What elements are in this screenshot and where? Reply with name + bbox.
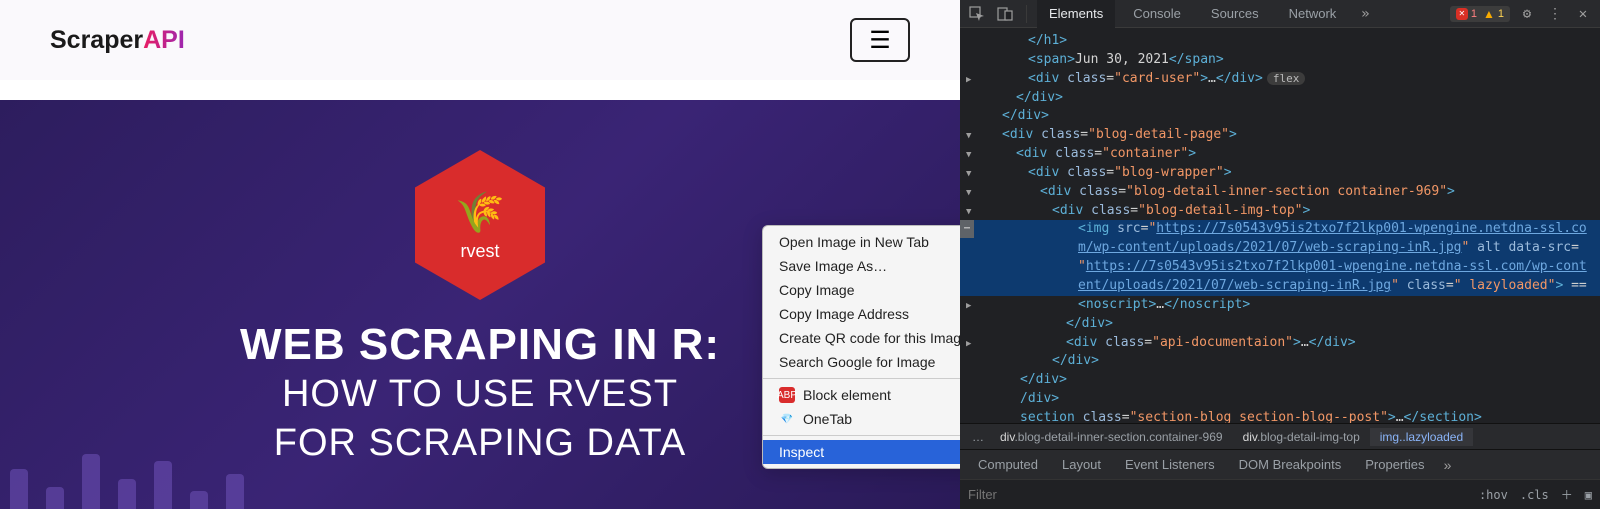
- device-toggle-icon[interactable]: [994, 3, 1016, 25]
- hero-subtitle-1: HOW TO USE RVEST: [282, 370, 678, 419]
- styles-subtabs: Computed Layout Event Listeners DOM Brea…: [960, 449, 1600, 479]
- tab-network[interactable]: Network: [1277, 0, 1349, 28]
- settings-icon[interactable]: ⚙: [1516, 3, 1538, 25]
- hero-title: WEB SCRAPING IN R:: [240, 320, 720, 370]
- crumb-inner-section[interactable]: div.blog-detail-inner-section.container-…: [990, 428, 1233, 446]
- hero-subtitle-2: FOR SCRAPING DATA: [274, 419, 687, 468]
- rvest-logo: 🌾 rvest: [415, 150, 545, 300]
- subtab-event-listeners[interactable]: Event Listeners: [1113, 450, 1227, 480]
- cls-button[interactable]: .cls: [1520, 488, 1549, 502]
- styles-filter-row: :hov .cls ＋ ▣: [960, 479, 1600, 509]
- onetab-icon: 💎: [779, 411, 795, 427]
- tab-console[interactable]: Console: [1121, 0, 1193, 28]
- toggle-panel-icon[interactable]: ▣: [1585, 488, 1592, 502]
- subtab-layout[interactable]: Layout: [1050, 450, 1113, 480]
- more-tabs-icon[interactable]: »: [1354, 3, 1376, 25]
- subtab-properties[interactable]: Properties: [1353, 450, 1436, 480]
- subtab-dom-breakpoints[interactable]: DOM Breakpoints: [1227, 450, 1354, 480]
- hamburger-button[interactable]: ☰: [850, 18, 910, 62]
- breadcrumb-bar[interactable]: … div.blog-detail-inner-section.containe…: [960, 423, 1600, 449]
- logo-text-1: Scraper: [50, 26, 143, 54]
- tab-sources[interactable]: Sources: [1199, 0, 1271, 28]
- subtab-computed[interactable]: Computed: [966, 450, 1050, 480]
- error-icon: ✕: [1456, 8, 1468, 20]
- new-style-button[interactable]: ＋: [1561, 486, 1573, 503]
- webpage-view: ScraperAPI ☰ 🌾 rvest WEB SCRAPING IN R: …: [0, 0, 960, 509]
- sickle-icon: 🌾: [455, 189, 505, 236]
- kebab-menu-icon[interactable]: ⋮: [1544, 3, 1566, 25]
- hamburger-icon: ☰: [869, 26, 891, 55]
- crumb-img[interactable]: img..lazyloaded: [1370, 428, 1473, 446]
- warning-icon: ▲: [1483, 7, 1495, 21]
- filter-input[interactable]: [968, 487, 1467, 502]
- inspect-element-icon[interactable]: [966, 3, 988, 25]
- site-header: ScraperAPI ☰: [0, 0, 960, 80]
- logo[interactable]: ScraperAPI: [50, 26, 185, 55]
- abp-icon: ABP: [779, 387, 795, 403]
- more-subtabs-icon[interactable]: »: [1436, 454, 1458, 476]
- devtools-panel: Elements Console Sources Network » ✕1 ▲1…: [960, 0, 1600, 509]
- rvest-label: rvest: [460, 241, 499, 262]
- decorative-bars: [10, 454, 244, 509]
- logo-text-2: API: [143, 26, 185, 54]
- crumb-img-top[interactable]: div.blog-detail-img-top: [1233, 428, 1370, 446]
- elements-tree[interactable]: </h1> <span>Jun 30, 2021</span> ▶<div cl…: [960, 28, 1600, 423]
- close-icon[interactable]: ✕: [1572, 3, 1594, 25]
- ellipsis-badge: ⋯: [960, 220, 974, 238]
- hov-button[interactable]: :hov: [1479, 488, 1508, 502]
- tab-elements[interactable]: Elements: [1037, 0, 1115, 28]
- devtools-toolbar: Elements Console Sources Network » ✕1 ▲1…: [960, 0, 1600, 28]
- issues-badge[interactable]: ✕1 ▲1: [1450, 6, 1510, 22]
